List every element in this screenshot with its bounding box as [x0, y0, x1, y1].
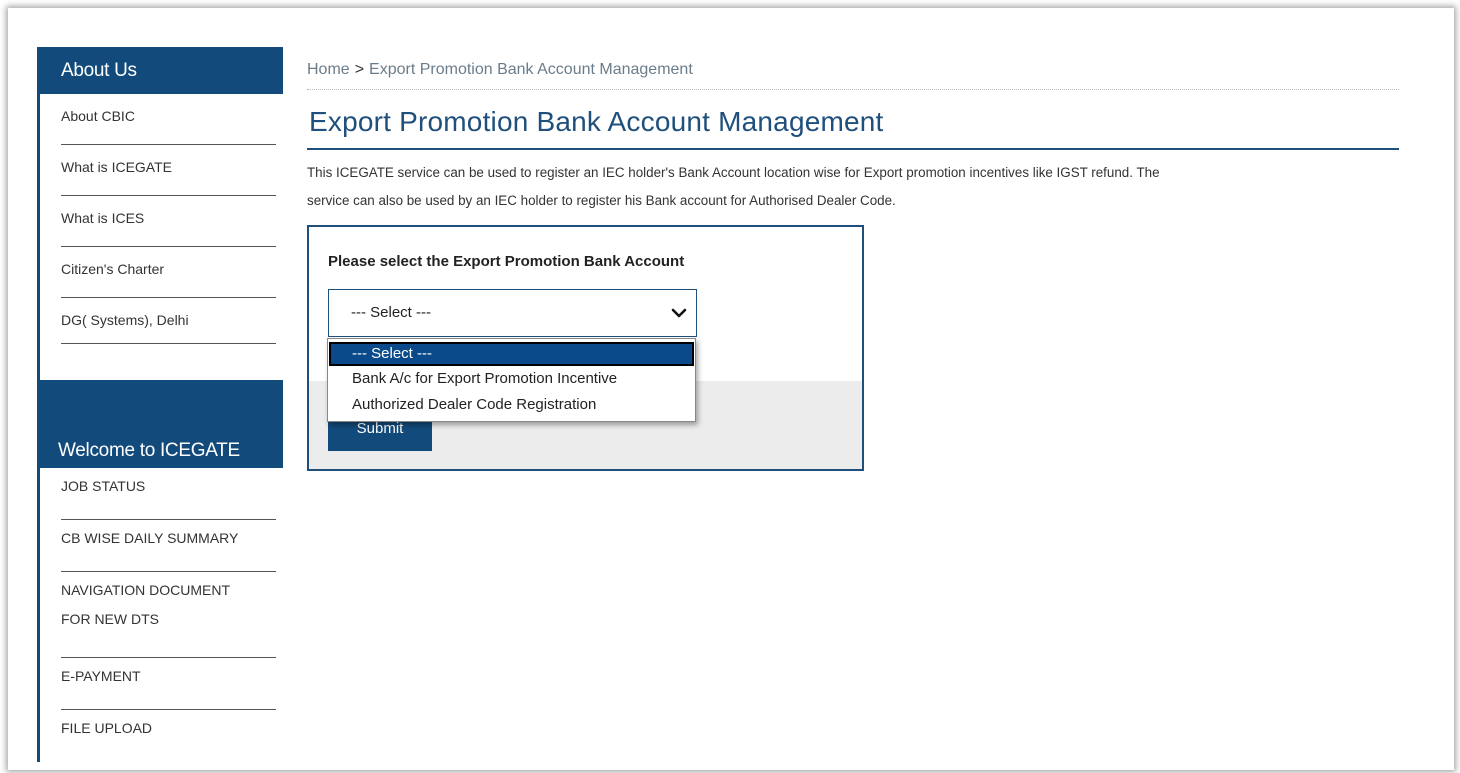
breadcrumb-separator: >	[354, 61, 365, 78]
dropdown-option-authorized-dealer-code[interactable]: Authorized Dealer Code Registration	[329, 392, 694, 418]
welcome-menu: JOB STATUS CB WISE DAILY SUMMARY NAVIGAT…	[37, 468, 283, 762]
select-current-value: --- Select ---	[351, 304, 431, 321]
sidebar-item-what-is-icegate[interactable]: What is ICEGATE	[40, 145, 283, 196]
sidebar-item-e-payment[interactable]: E-PAYMENT	[40, 658, 283, 710]
sidebar-item-job-status[interactable]: JOB STATUS	[40, 468, 283, 520]
bank-account-dropdown-list: --- Select --- Bank A/c for Export Promo…	[327, 338, 696, 422]
breadcrumb-home[interactable]: Home	[307, 61, 350, 78]
dropdown-option-select[interactable]: --- Select ---	[329, 342, 694, 366]
welcome-heading: Welcome to ICEGATE	[37, 380, 283, 468]
sidebar-item-navigation-document[interactable]: NAVIGATION DOCUMENT FOR NEW DTS	[40, 572, 283, 658]
sidebar-item-what-is-ices[interactable]: What is ICES	[40, 196, 283, 247]
about-us-menu: About CBIC What is ICEGATE What is ICES …	[37, 94, 283, 344]
breadcrumb: Home > Export Promotion Bank Account Manag…	[307, 61, 1399, 90]
sidebar-item-dg-systems[interactable]: DG( Systems), Delhi	[40, 298, 283, 344]
about-us-heading: About Us	[37, 47, 283, 94]
page-description-line2: service can also be used by an IEC holde…	[307, 193, 896, 208]
sidebar-item-about-cbic[interactable]: About CBIC	[40, 94, 283, 145]
bank-account-select[interactable]: --- Select ---	[328, 289, 697, 337]
sidebar-spacer	[37, 344, 283, 380]
page-description: This ICEGATE service can be used to regi…	[307, 159, 1399, 215]
sidebar-item-file-upload[interactable]: FILE UPLOAD	[40, 710, 283, 762]
sidebar: About Us About CBIC What is ICEGATE What…	[37, 47, 283, 762]
bank-account-select-label: Please select the Export Promotion Bank …	[328, 253, 685, 270]
chevron-down-icon	[670, 290, 688, 336]
page-description-line1: This ICEGATE service can be used to regi…	[307, 165, 1160, 180]
welcome-heading-label: Welcome to ICEGATE	[58, 440, 240, 461]
dropdown-option-export-promotion-incentive[interactable]: Bank A/c for Export Promotion Incentive	[329, 366, 694, 392]
page-title: Export Promotion Bank Account Management	[307, 106, 1399, 150]
sidebar-item-citizens-charter[interactable]: Citizen's Charter	[40, 247, 283, 298]
breadcrumb-current[interactable]: Export Promotion Bank Account Management	[369, 61, 693, 78]
sidebar-item-cb-wise-daily-summary[interactable]: CB WISE DAILY SUMMARY	[40, 520, 283, 572]
